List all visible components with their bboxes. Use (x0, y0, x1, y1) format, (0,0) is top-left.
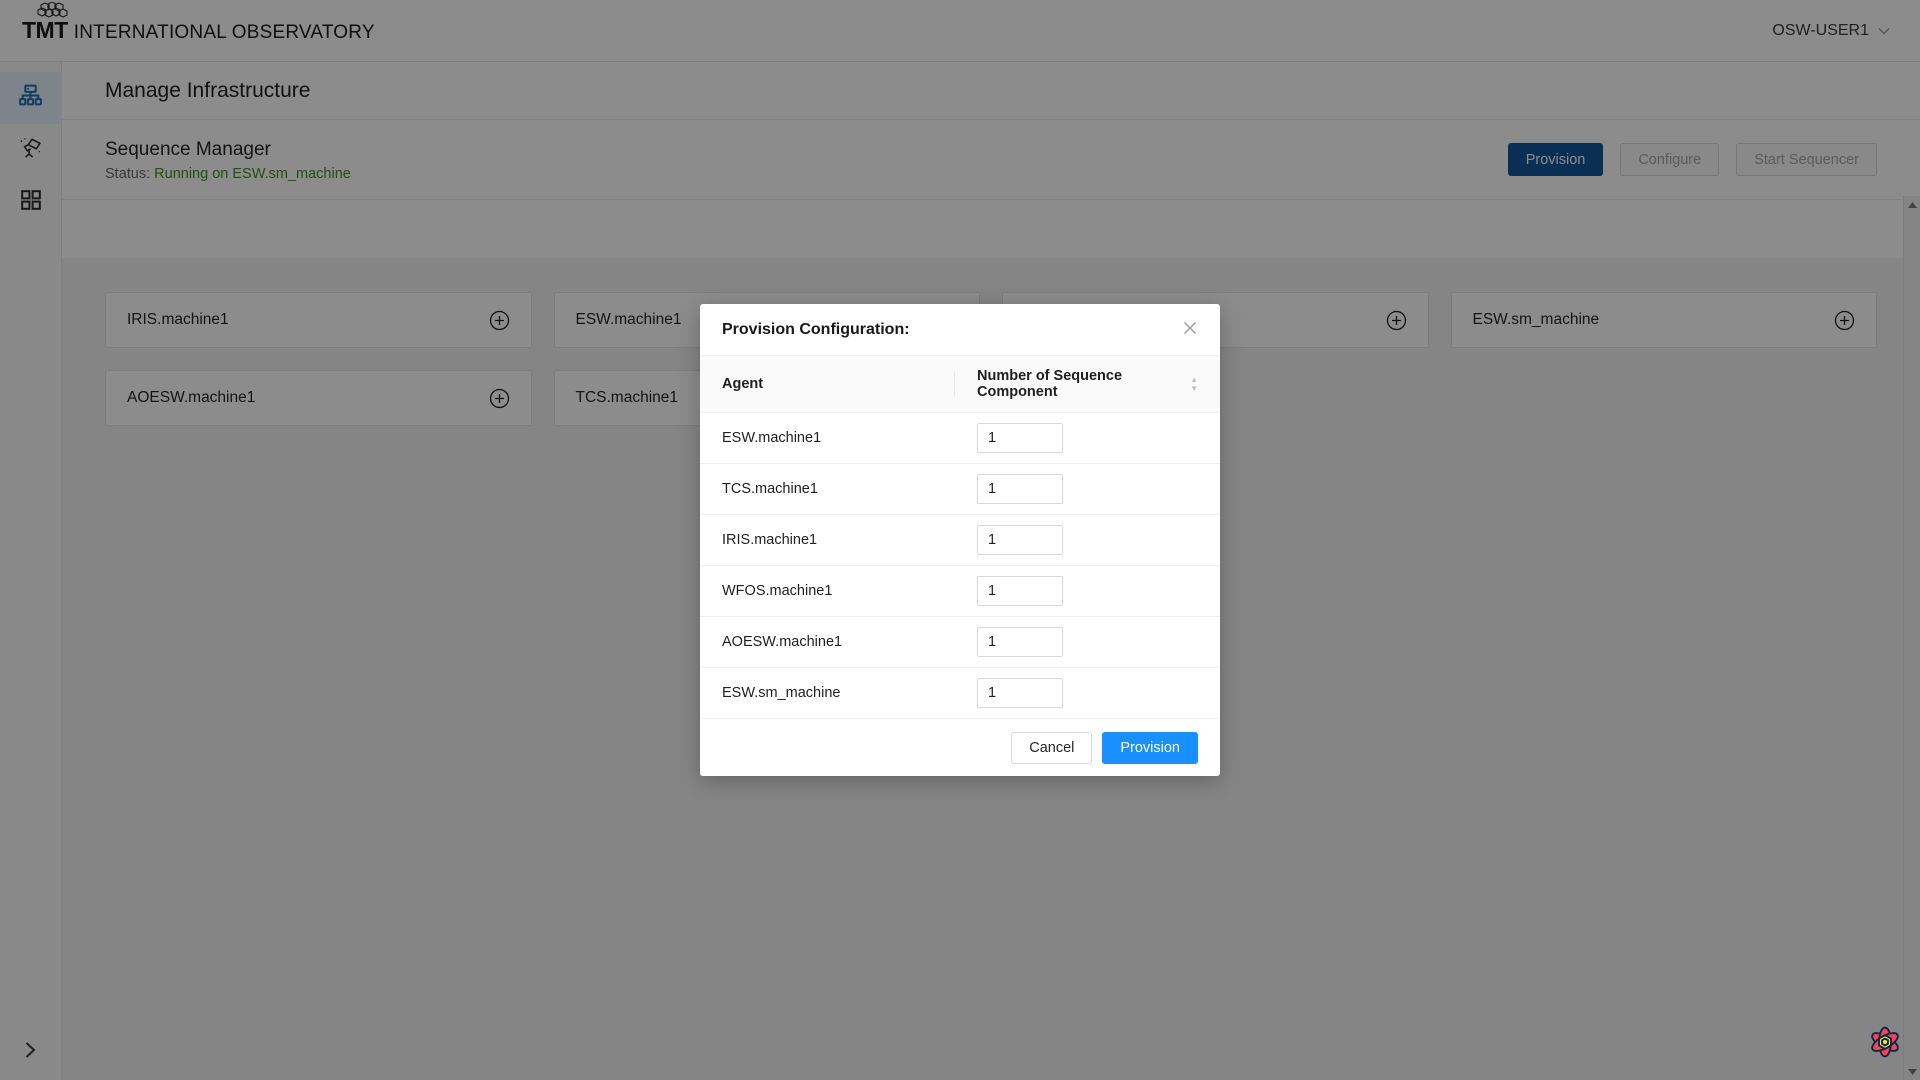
sort-updown-icon[interactable]: ▲ ▼ (1190, 375, 1198, 393)
sequence-component-count-input[interactable] (977, 474, 1063, 504)
sequence-component-count-input[interactable] (977, 576, 1063, 606)
count-cell (955, 463, 1220, 515)
table-row: ESW.machine1 (700, 412, 1220, 464)
count-cell (955, 616, 1220, 668)
column-header-count[interactable]: Number of Sequence Component ▲ ▼ (955, 356, 1220, 413)
cancel-button[interactable]: Cancel (1011, 731, 1093, 764)
agent-name-cell: TCS.machine1 (700, 463, 955, 515)
table-row: IRIS.machine1 (700, 514, 1220, 566)
provision-configuration-dialog: Provision Configuration: Agent Number of… (700, 304, 1220, 776)
table-row: ESW.sm_machine (700, 667, 1220, 719)
table-row: TCS.machine1 (700, 463, 1220, 515)
agent-name-cell: ESW.machine1 (700, 412, 955, 464)
sort-asc-caret: ▲ (1190, 375, 1198, 384)
count-cell (955, 412, 1220, 464)
column-header-count-label: Number of Sequence Component (977, 368, 1123, 400)
table-row: WFOS.machine1 (700, 565, 1220, 617)
table-body: ESW.machine1 TCS.machine1 IRIS.machine1 (700, 412, 1220, 719)
sequence-component-count-input[interactable] (977, 525, 1063, 555)
table-head: Agent Number of Sequence Component ▲ ▼ (700, 356, 1220, 413)
agent-name-cell: IRIS.machine1 (700, 514, 955, 566)
react-query-flower-icon[interactable] (1868, 1025, 1902, 1064)
table-header-row: Agent Number of Sequence Component ▲ ▼ (700, 356, 1220, 413)
dialog-header: Provision Configuration: (700, 304, 1220, 356)
provision-table: Agent Number of Sequence Component ▲ ▼ E… (700, 356, 1220, 719)
table-row: AOESW.machine1 (700, 616, 1220, 668)
agent-name-cell: WFOS.machine1 (700, 565, 955, 617)
sequence-component-count-input[interactable] (977, 627, 1063, 657)
count-cell (955, 565, 1220, 617)
dialog-provision-button[interactable]: Provision (1102, 731, 1198, 764)
dialog-title: Provision Configuration: (722, 320, 910, 338)
sort-desc-caret: ▼ (1190, 384, 1198, 393)
sequence-component-count-input[interactable] (977, 423, 1063, 453)
app-root: TMT INTERNATIONAL OBSERVATORY OSW-USER1 (0, 0, 1920, 1080)
agent-name-cell: ESW.sm_machine (700, 667, 955, 719)
count-cell (955, 667, 1220, 719)
count-cell (955, 514, 1220, 566)
column-header-agent[interactable]: Agent (700, 356, 955, 413)
sequence-component-count-input[interactable] (977, 678, 1063, 708)
close-icon[interactable] (1182, 320, 1198, 340)
agent-name-cell: AOESW.machine1 (700, 616, 955, 668)
dialog-footer: Cancel Provision (700, 719, 1220, 776)
